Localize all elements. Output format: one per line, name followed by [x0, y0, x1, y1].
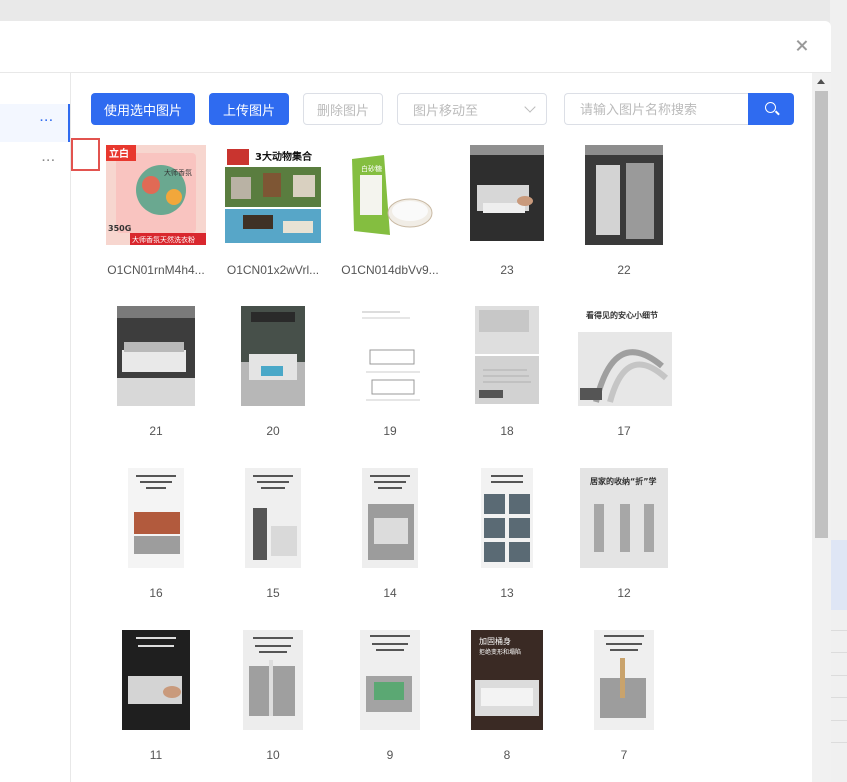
image-caption: 8 — [503, 748, 511, 762]
background-page-edge — [830, 0, 847, 782]
background-divider — [830, 697, 847, 698]
image-caption: 9 — [386, 748, 394, 762]
product-name-text: 大师香氛 — [164, 168, 192, 177]
image-caption: 23 — [500, 263, 514, 277]
background-divider — [830, 652, 847, 653]
image-thumbnail: 立白 大师香氛 350G 大师香氛天然洗衣粉 — [106, 145, 206, 245]
image-caption: 7 — [620, 748, 628, 762]
use-selected-images-button[interactable]: 使用选中图片 — [91, 93, 195, 125]
image-thumbnail — [106, 306, 206, 406]
modal-header — [0, 21, 831, 73]
selection-checkbox-highlight[interactable] — [71, 138, 100, 171]
more-icon[interactable]: ··· — [40, 115, 54, 127]
detail-title-text: 看得见的安心小细节 — [585, 310, 658, 320]
poster-subtitle-text: 拒绝变形和塌陷 — [479, 648, 521, 656]
image-caption: 20 — [266, 424, 280, 438]
image-caption: 15 — [266, 586, 280, 600]
image-caption: O1CN014dbVv9... — [341, 263, 439, 277]
image-caption: O1CN01rnM4h4... — [107, 263, 205, 277]
move-to-placeholder: 图片移动至 — [413, 102, 479, 118]
image-thumbnail — [340, 306, 440, 406]
sidebar-folder-item[interactable]: ··· — [0, 144, 70, 182]
folder-sidebar: ··· ··· — [0, 73, 71, 782]
scroll-up-arrow-icon[interactable] — [817, 79, 825, 84]
image-thumbnail — [106, 468, 206, 568]
image-caption: 11 — [149, 748, 163, 762]
image-caption: 16 — [149, 586, 163, 600]
image-thumbnail — [574, 145, 674, 245]
image-caption: 14 — [383, 586, 397, 600]
chevron-down-icon — [524, 101, 536, 113]
move-to-folder-select[interactable]: 图片移动至 — [397, 93, 547, 125]
close-icon[interactable] — [793, 37, 811, 55]
image-caption: 19 — [383, 424, 397, 438]
image-caption: 12 — [617, 586, 631, 600]
image-thumbnail — [457, 145, 557, 245]
image-thumbnail: 3大动物集合 — [223, 145, 323, 245]
image-thumbnail: 加固桶身 拒绝变形和塌陷 — [457, 630, 557, 730]
image-thumbnail: 白砂糖 — [340, 145, 440, 245]
delete-image-button[interactable]: 删除图片 — [303, 93, 383, 125]
image-caption: 10 — [266, 748, 280, 762]
search-button[interactable] — [748, 93, 794, 125]
image-thumbnail — [457, 306, 557, 406]
image-caption: 22 — [617, 263, 631, 277]
image-thumbnail — [340, 468, 440, 568]
more-icon[interactable]: ··· — [42, 155, 56, 167]
vertical-scrollbar[interactable] — [812, 73, 831, 782]
product-banner-text: 大师香氛天然洗衣粉 — [132, 235, 195, 244]
poster-title-text: 加固桶身 — [479, 636, 511, 646]
image-name-search-input[interactable] — [564, 93, 748, 125]
image-thumbnail — [340, 630, 440, 730]
background-divider — [830, 720, 847, 721]
image-caption: 21 — [149, 424, 163, 438]
upload-image-button[interactable]: 上传图片 — [209, 93, 289, 125]
image-thumbnail — [457, 468, 557, 568]
scrollbar-thumb[interactable] — [815, 91, 828, 538]
weight-text: 350G — [108, 224, 131, 233]
image-thumbnail: 看得见的安心小细节 — [574, 306, 674, 406]
image-thumbnail — [106, 630, 206, 730]
sidebar-folder-item[interactable]: ··· — [0, 104, 70, 142]
image-caption: 17 — [617, 424, 631, 438]
sugar-label-text: 白砂糖 — [361, 164, 382, 173]
image-thumbnail — [574, 630, 674, 730]
background-divider — [830, 675, 847, 676]
image-caption: 18 — [500, 424, 514, 438]
brand-logo-text: 立白 — [109, 147, 129, 160]
image-thumbnail — [223, 306, 323, 406]
image-thumbnail — [223, 468, 323, 568]
image-thumbnail: 居家的收纳“折”学 — [574, 468, 674, 568]
background-divider — [830, 630, 847, 631]
image-thumbnail — [223, 630, 323, 730]
background-divider — [830, 742, 847, 743]
image-caption: 13 — [500, 586, 514, 600]
animal-title-text: 3大动物集合 — [255, 150, 313, 163]
background-highlight-strip — [830, 540, 847, 610]
image-caption: O1CN01x2wVrl... — [226, 263, 320, 277]
fold-title-text: 居家的收纳“折”学 — [590, 476, 657, 486]
